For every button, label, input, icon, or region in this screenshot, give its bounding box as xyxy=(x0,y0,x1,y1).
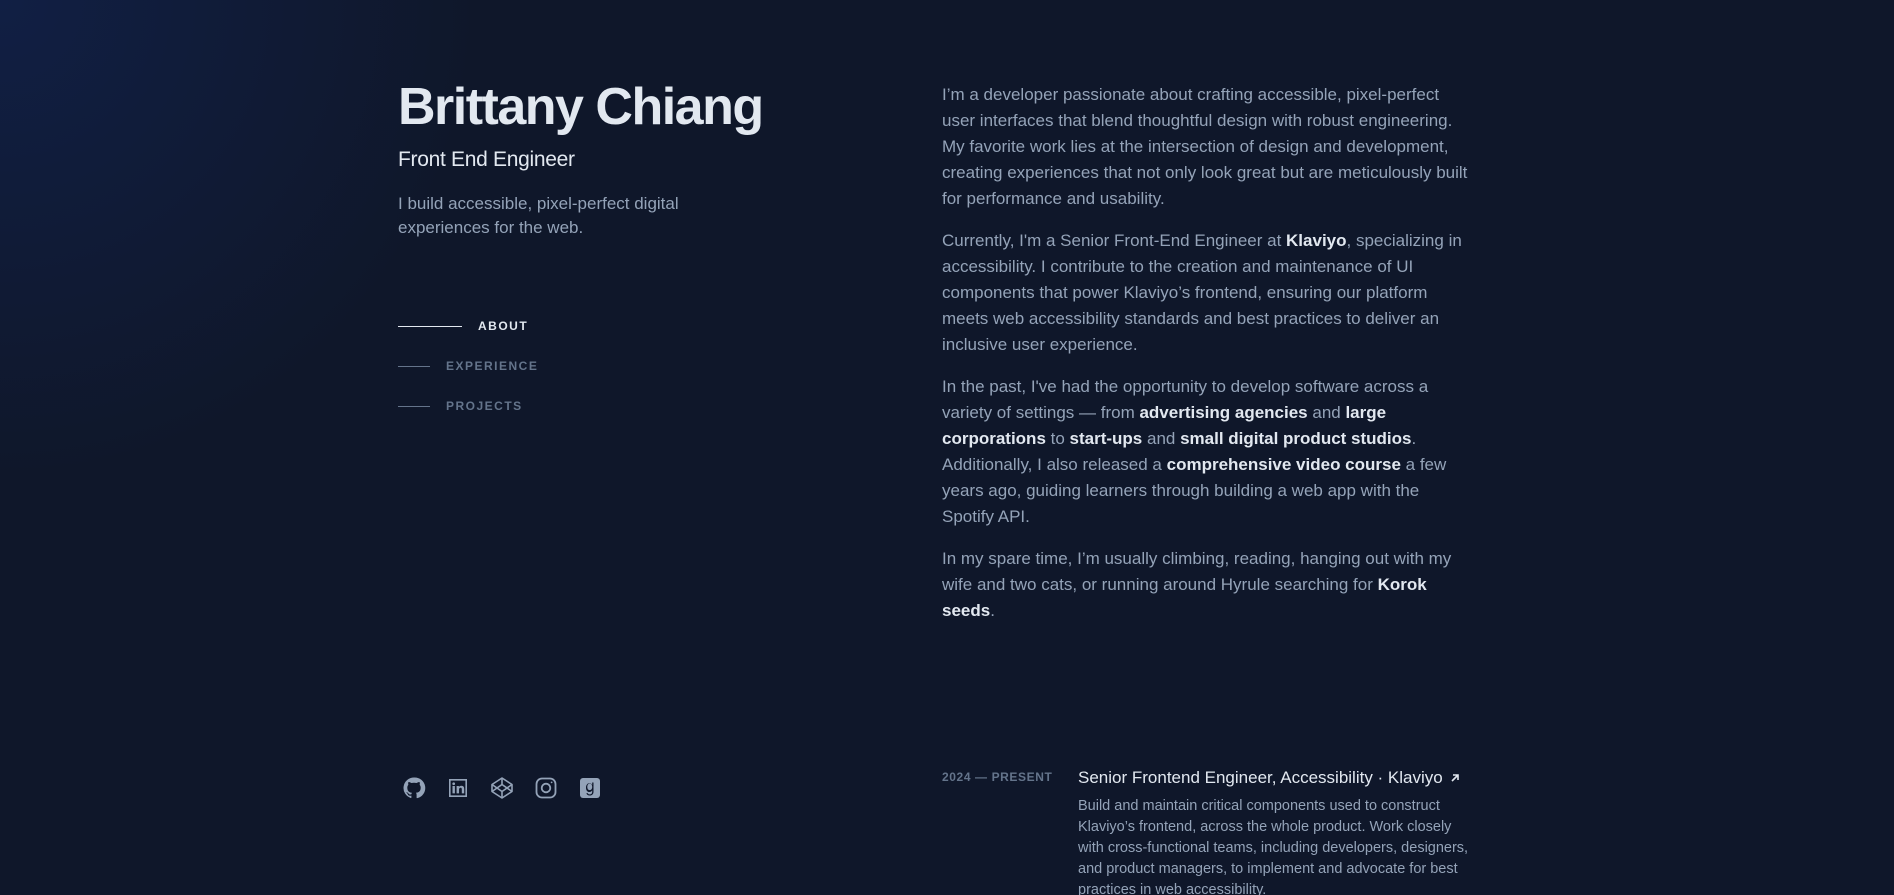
about-text: and xyxy=(1307,403,1346,422)
nav-indicator-line xyxy=(398,405,430,407)
job-role: Front End Engineer xyxy=(398,148,575,171)
profile-header: Brittany Chiang Front End Engineer I bui… xyxy=(398,74,798,240)
experience-title: Senior Frontend Engineer, Accessibility … xyxy=(1078,768,1443,787)
about-text: to xyxy=(1045,429,1070,448)
nav-item-label: PROJECTS xyxy=(446,399,523,413)
about-text: I’m a developer passionate about craftin… xyxy=(942,85,1468,208)
nav-item-label: EXPERIENCE xyxy=(446,359,539,373)
about-text: . xyxy=(990,601,995,620)
klaviyo-link[interactable]: Klaviyo xyxy=(1286,231,1346,250)
about-paragraph: In my spare time, I’m usually climbing, … xyxy=(942,546,1470,624)
nav-item-label: ABOUT xyxy=(478,319,529,333)
codepen-icon[interactable] xyxy=(490,776,514,800)
page-title: Brittany Chiang xyxy=(398,78,764,136)
about-paragraph: In the past, I've had the opportunity to… xyxy=(942,374,1470,530)
experience-description: Build and maintain critical components u… xyxy=(1078,798,1469,895)
video-course-link[interactable]: comprehensive video course xyxy=(1167,455,1401,474)
about-text: and xyxy=(1142,429,1181,448)
social-links xyxy=(402,776,602,800)
about-section: I’m a developer passionate about craftin… xyxy=(942,82,1470,640)
experience-body: Senior Frontend Engineer, Accessibility … xyxy=(1078,766,1470,895)
experience-item[interactable]: 2024 — PRESENT Senior Frontend Engineer,… xyxy=(942,766,1470,895)
about-paragraph: Currently, I'm a Senior Front-End Engine… xyxy=(942,228,1470,358)
linkedin-icon[interactable] xyxy=(446,776,470,800)
nav-indicator-line xyxy=(398,325,462,327)
product-studios-link[interactable]: small digital product studios xyxy=(1180,429,1411,448)
about-paragraph: I’m a developer passionate about craftin… xyxy=(942,82,1470,212)
nav-indicator-line xyxy=(398,365,430,367)
about-text: Currently, I'm a Senior Front-End Engine… xyxy=(942,231,1287,250)
about-text: In my spare time, I’m usually climbing, … xyxy=(942,549,1452,594)
section-nav: ABOUT EXPERIENCE PROJECTS xyxy=(398,306,538,426)
experience-date: 2024 — PRESENT xyxy=(942,770,1053,784)
nav-item-about[interactable]: ABOUT xyxy=(398,306,538,346)
nav-item-projects[interactable]: PROJECTS xyxy=(398,386,538,426)
tagline: I build accessible, pixel-perfect digita… xyxy=(398,194,679,237)
nav-item-experience[interactable]: EXPERIENCE xyxy=(398,346,538,386)
advertising-agencies-link[interactable]: advertising agencies xyxy=(1139,403,1307,422)
experience-title-link[interactable]: Senior Frontend Engineer, Accessibility … xyxy=(1078,766,1470,790)
arrow-up-right-icon xyxy=(1451,774,1459,782)
goodreads-icon[interactable] xyxy=(578,776,602,800)
instagram-icon[interactable] xyxy=(534,776,558,800)
github-icon[interactable] xyxy=(402,776,426,800)
start-ups-link[interactable]: start-ups xyxy=(1070,429,1143,448)
